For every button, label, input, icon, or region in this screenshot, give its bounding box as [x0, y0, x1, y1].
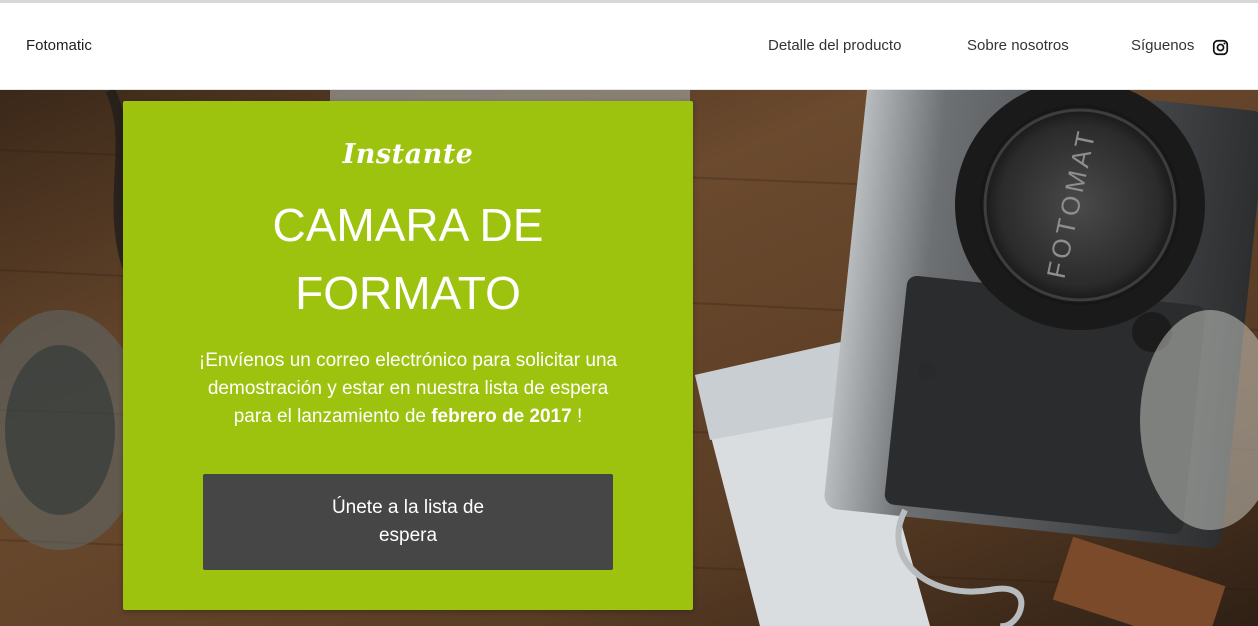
nav-link-product-detail[interactable]: Detalle del producto [768, 37, 901, 54]
nav-link-about-us[interactable]: Sobre nosotros [967, 37, 1069, 54]
join-waitlist-button[interactable]: Únete a la lista de espera [203, 474, 613, 570]
join-waitlist-label: Únete a la lista de espera [331, 497, 485, 546]
brand-logo-text[interactable]: Fotomatic [26, 37, 92, 54]
hero-section: FOTOMAT Instante CAMARA DE FORMATO ¡Enví… [0, 90, 1258, 626]
headline-line-1: CAMARA DE [272, 199, 544, 251]
nav-link-follow-us[interactable]: Síguenos [1131, 37, 1194, 54]
description-end: ! [571, 406, 583, 427]
card-headline: CAMARA DE FORMATO [123, 191, 693, 327]
launch-date: febrero de 2017 [431, 406, 572, 427]
card-tagline: Instante [342, 139, 474, 170]
instagram-icon[interactable] [1212, 39, 1229, 56]
card-description: ¡Envíenos un correo electrónico para sol… [198, 347, 618, 431]
navbar: Fotomatic Detalle del producto Sobre nos… [0, 3, 1258, 90]
headline-line-2: FORMATO [295, 267, 521, 319]
waitlist-card: Instante CAMARA DE FORMATO ¡Envíenos un … [123, 101, 693, 610]
